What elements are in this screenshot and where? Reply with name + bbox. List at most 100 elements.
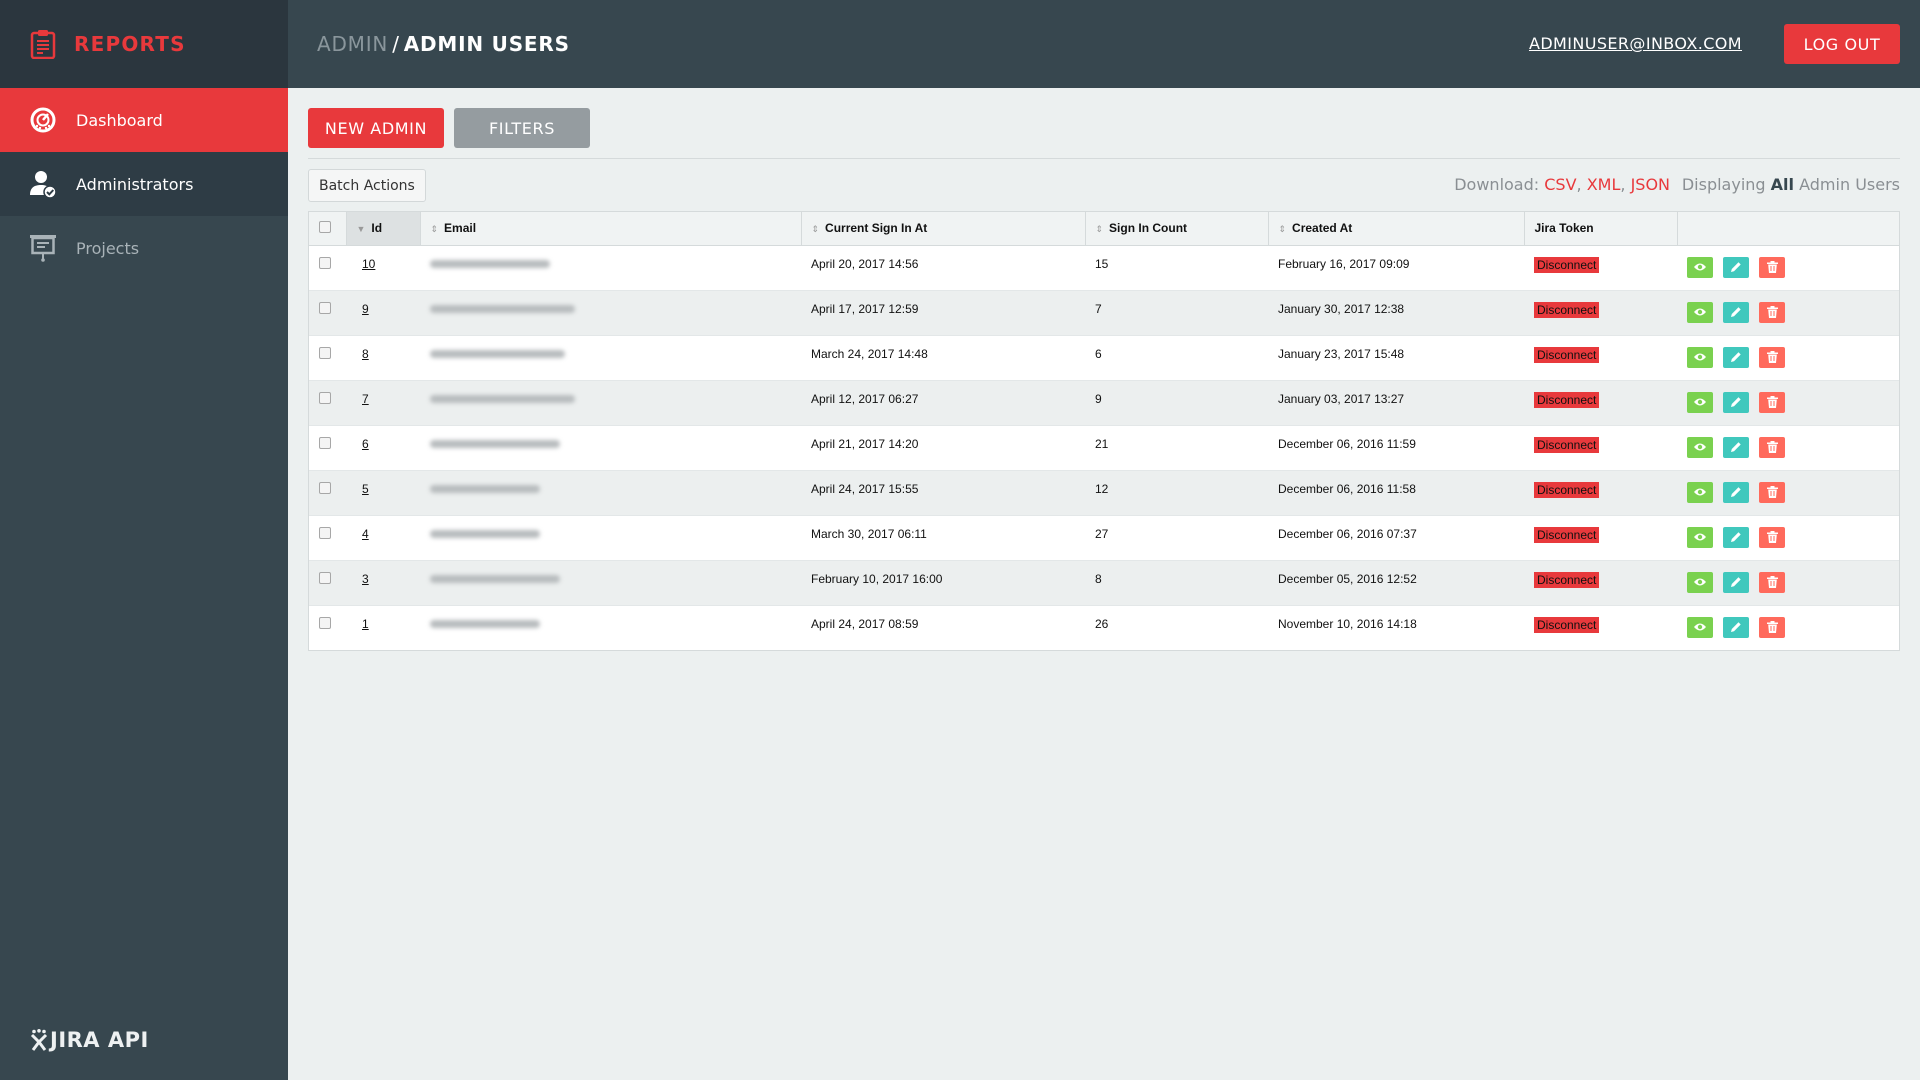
edit-button[interactable] bbox=[1723, 526, 1749, 548]
edit-button[interactable] bbox=[1723, 301, 1749, 323]
jira-token-cell: Disconnect bbox=[1524, 245, 1677, 290]
delete-button[interactable] bbox=[1759, 481, 1785, 503]
view-button[interactable] bbox=[1687, 526, 1713, 548]
sign-in-count-cell: 12 bbox=[1095, 481, 1109, 496]
column-header-email[interactable]: ⇕ Email bbox=[420, 212, 802, 246]
filters-button[interactable]: FILTERS bbox=[454, 108, 590, 148]
disconnect-button[interactable]: Disconnect bbox=[1534, 391, 1600, 408]
email-redacted bbox=[430, 619, 540, 628]
edit-button[interactable] bbox=[1723, 616, 1749, 638]
row-checkbox[interactable] bbox=[319, 571, 331, 584]
id-link[interactable]: 5 bbox=[356, 482, 369, 496]
download-json-link[interactable]: JSON bbox=[1631, 175, 1670, 194]
sign-in-count-cell: 7 bbox=[1095, 301, 1102, 316]
id-link[interactable]: 4 bbox=[356, 527, 369, 541]
column-header-created-at[interactable]: ⇕ Created At bbox=[1268, 212, 1525, 246]
view-button[interactable] bbox=[1687, 616, 1713, 638]
sidebar: REPORTS Dashboard Administrators Project… bbox=[0, 0, 288, 1080]
view-button[interactable] bbox=[1687, 436, 1713, 458]
row-checkbox[interactable] bbox=[319, 346, 331, 359]
view-button[interactable] bbox=[1687, 571, 1713, 593]
jira-api-label: JIRA API bbox=[50, 1028, 149, 1052]
delete-button[interactable] bbox=[1759, 616, 1785, 638]
delete-button[interactable] bbox=[1759, 571, 1785, 593]
current-sign-in-cell: April 24, 2017 15:55 bbox=[811, 481, 919, 496]
email-redacted bbox=[430, 529, 540, 538]
id-link[interactable]: 1 bbox=[356, 617, 369, 631]
brand[interactable]: REPORTS bbox=[0, 0, 288, 88]
disconnect-button[interactable]: Disconnect bbox=[1534, 301, 1600, 318]
disconnect-button[interactable]: Disconnect bbox=[1534, 256, 1600, 273]
select-all-checkbox[interactable] bbox=[319, 220, 331, 233]
email-redacted bbox=[430, 439, 560, 448]
sidebar-item-administrators[interactable]: Administrators bbox=[0, 152, 288, 216]
delete-button[interactable] bbox=[1759, 391, 1785, 413]
disconnect-button[interactable]: Disconnect bbox=[1534, 526, 1600, 543]
id-cell: 5 bbox=[346, 470, 420, 515]
view-button[interactable] bbox=[1687, 391, 1713, 413]
sidebar-item-label: Dashboard bbox=[76, 110, 163, 130]
column-label: Created At bbox=[1292, 221, 1353, 236]
edit-button[interactable] bbox=[1723, 436, 1749, 458]
id-link[interactable]: 6 bbox=[356, 437, 369, 451]
edit-button[interactable] bbox=[1723, 481, 1749, 503]
logout-button[interactable]: LOG OUT bbox=[1784, 24, 1900, 64]
id-link[interactable]: 3 bbox=[356, 572, 369, 586]
delete-button[interactable] bbox=[1759, 256, 1785, 278]
id-link[interactable]: 9 bbox=[356, 302, 369, 316]
row-checkbox[interactable] bbox=[319, 481, 331, 494]
id-link[interactable]: 10 bbox=[356, 257, 375, 271]
eye-icon bbox=[1694, 488, 1706, 496]
column-header-current-sign-in-at[interactable]: ⇕ Current Sign In At bbox=[801, 212, 1086, 246]
row-checkbox[interactable] bbox=[319, 616, 331, 629]
disconnect-button[interactable]: Disconnect bbox=[1534, 571, 1600, 588]
disconnect-button[interactable]: Disconnect bbox=[1534, 436, 1600, 453]
created-at-cell: December 05, 2016 12:52 bbox=[1278, 571, 1417, 586]
delete-button[interactable] bbox=[1759, 346, 1785, 368]
edit-button[interactable] bbox=[1723, 571, 1749, 593]
new-admin-button[interactable]: NEW ADMIN bbox=[308, 108, 444, 148]
user-email-link[interactable]: ADMINUSER@INBOX.COM bbox=[1529, 34, 1742, 53]
sign-in-count-cell: 15 bbox=[1095, 256, 1109, 271]
column-header-id[interactable]: ▼ Id bbox=[346, 212, 421, 246]
row-select-cell bbox=[309, 290, 346, 335]
delete-button[interactable] bbox=[1759, 526, 1785, 548]
edit-button[interactable] bbox=[1723, 391, 1749, 413]
breadcrumb-root[interactable]: ADMIN bbox=[317, 32, 388, 56]
pencil-icon bbox=[1731, 622, 1741, 632]
view-button[interactable] bbox=[1687, 346, 1713, 368]
table-row: 3 February 10, 2017 16:00 8 December 05, 20… bbox=[309, 560, 1899, 605]
download-csv-link[interactable]: CSV bbox=[1544, 175, 1576, 194]
download-links: Download: CSV, XML, JSON bbox=[1454, 175, 1670, 194]
disconnect-button[interactable]: Disconnect bbox=[1534, 346, 1600, 363]
row-checkbox[interactable] bbox=[319, 436, 331, 449]
view-button[interactable] bbox=[1687, 301, 1713, 323]
disconnect-button[interactable]: Disconnect bbox=[1534, 481, 1600, 498]
displaying-prefix: Displaying bbox=[1681, 175, 1766, 194]
id-link[interactable]: 7 bbox=[356, 392, 369, 406]
id-cell: 9 bbox=[346, 290, 420, 335]
disconnect-button[interactable]: Disconnect bbox=[1534, 616, 1600, 633]
view-button[interactable] bbox=[1687, 481, 1713, 503]
actions-cell bbox=[1677, 290, 1899, 335]
download-xml-link[interactable]: XML bbox=[1587, 175, 1621, 194]
row-checkbox[interactable] bbox=[319, 256, 331, 269]
batch-actions-button[interactable]: Batch Actions bbox=[308, 169, 426, 202]
edit-button[interactable] bbox=[1723, 256, 1749, 278]
row-checkbox[interactable] bbox=[319, 526, 331, 539]
view-button[interactable] bbox=[1687, 256, 1713, 278]
sidebar-item-projects[interactable]: Projects bbox=[0, 216, 288, 280]
delete-button[interactable] bbox=[1759, 436, 1785, 458]
delete-button[interactable] bbox=[1759, 301, 1785, 323]
edit-button[interactable] bbox=[1723, 346, 1749, 368]
row-checkbox[interactable] bbox=[319, 391, 331, 404]
eye-icon bbox=[1694, 533, 1706, 541]
brand-title: REPORTS bbox=[74, 32, 186, 56]
column-label: Jira Token bbox=[1534, 221, 1594, 236]
row-checkbox[interactable] bbox=[319, 301, 331, 314]
email-cell bbox=[420, 470, 801, 515]
email-cell bbox=[420, 335, 801, 380]
id-link[interactable]: 8 bbox=[356, 347, 369, 361]
column-header-sign-in-count[interactable]: ⇕ Sign In Count bbox=[1085, 212, 1269, 246]
sidebar-item-dashboard[interactable]: Dashboard bbox=[0, 88, 288, 152]
